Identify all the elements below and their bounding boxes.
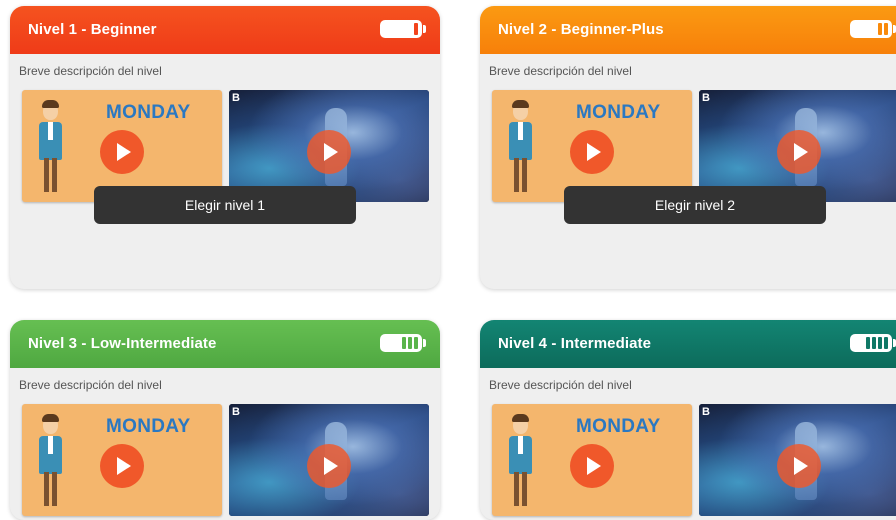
thumbnail-title: MONDAY bbox=[576, 416, 661, 437]
level-description: Breve descripción del nivel bbox=[19, 64, 162, 78]
battery-level-icon bbox=[380, 20, 426, 38]
brand-logo-icon: B bbox=[232, 406, 240, 418]
video-thumbnail-scene[interactable]: B bbox=[229, 404, 429, 516]
play-icon[interactable] bbox=[570, 444, 614, 488]
thumbnail-title: MONDAY bbox=[106, 102, 191, 123]
play-icon[interactable] bbox=[777, 444, 821, 488]
card-header: Nivel 1 - Beginner bbox=[10, 6, 440, 54]
battery-level-icon bbox=[850, 334, 896, 352]
cartoon-man-illustration bbox=[36, 414, 66, 514]
card-header: Nivel 4 - Intermediate bbox=[480, 320, 896, 368]
cartoon-man-illustration bbox=[506, 100, 536, 200]
play-icon[interactable] bbox=[307, 130, 351, 174]
cartoon-man-illustration bbox=[506, 414, 536, 514]
brand-logo-icon: B bbox=[702, 92, 710, 104]
level-card-4: Nivel 4 - Intermediate Breve descripción… bbox=[480, 320, 896, 520]
play-icon[interactable] bbox=[100, 444, 144, 488]
card-title: Nivel 3 - Low-Intermediate bbox=[28, 335, 217, 352]
play-icon[interactable] bbox=[307, 444, 351, 488]
level-description: Breve descripción del nivel bbox=[19, 378, 162, 392]
card-header: Nivel 3 - Low-Intermediate bbox=[10, 320, 440, 368]
level-card-1: Nivel 1 - Beginner Breve descripción del… bbox=[10, 6, 440, 289]
card-header: Nivel 2 - Beginner-Plus bbox=[480, 6, 896, 54]
level-card-3: Nivel 3 - Low-Intermediate Breve descrip… bbox=[10, 320, 440, 520]
video-thumbnail-monday[interactable]: MONDAY bbox=[492, 404, 692, 516]
battery-level-icon bbox=[850, 20, 896, 38]
cartoon-man-illustration bbox=[36, 100, 66, 200]
card-title: Nivel 1 - Beginner bbox=[28, 21, 157, 38]
play-icon[interactable] bbox=[100, 130, 144, 174]
play-icon[interactable] bbox=[570, 130, 614, 174]
level-description: Breve descripción del nivel bbox=[489, 378, 632, 392]
choose-level-button[interactable]: Elegir nivel 2 bbox=[564, 186, 826, 224]
brand-logo-icon: B bbox=[232, 92, 240, 104]
level-card-2: Nivel 2 - Beginner-Plus Breve descripció… bbox=[480, 6, 896, 289]
choose-level-button[interactable]: Elegir nivel 1 bbox=[94, 186, 356, 224]
card-title: Nivel 2 - Beginner-Plus bbox=[498, 21, 664, 38]
thumbnail-title: MONDAY bbox=[576, 102, 661, 123]
card-title: Nivel 4 - Intermediate bbox=[498, 335, 652, 352]
video-thumbnail-scene[interactable]: B bbox=[699, 404, 896, 516]
play-icon[interactable] bbox=[777, 130, 821, 174]
brand-logo-icon: B bbox=[702, 406, 710, 418]
battery-level-icon bbox=[380, 334, 426, 352]
level-description: Breve descripción del nivel bbox=[489, 64, 632, 78]
video-thumbnail-monday[interactable]: MONDAY bbox=[22, 404, 222, 516]
thumbnail-title: MONDAY bbox=[106, 416, 191, 437]
